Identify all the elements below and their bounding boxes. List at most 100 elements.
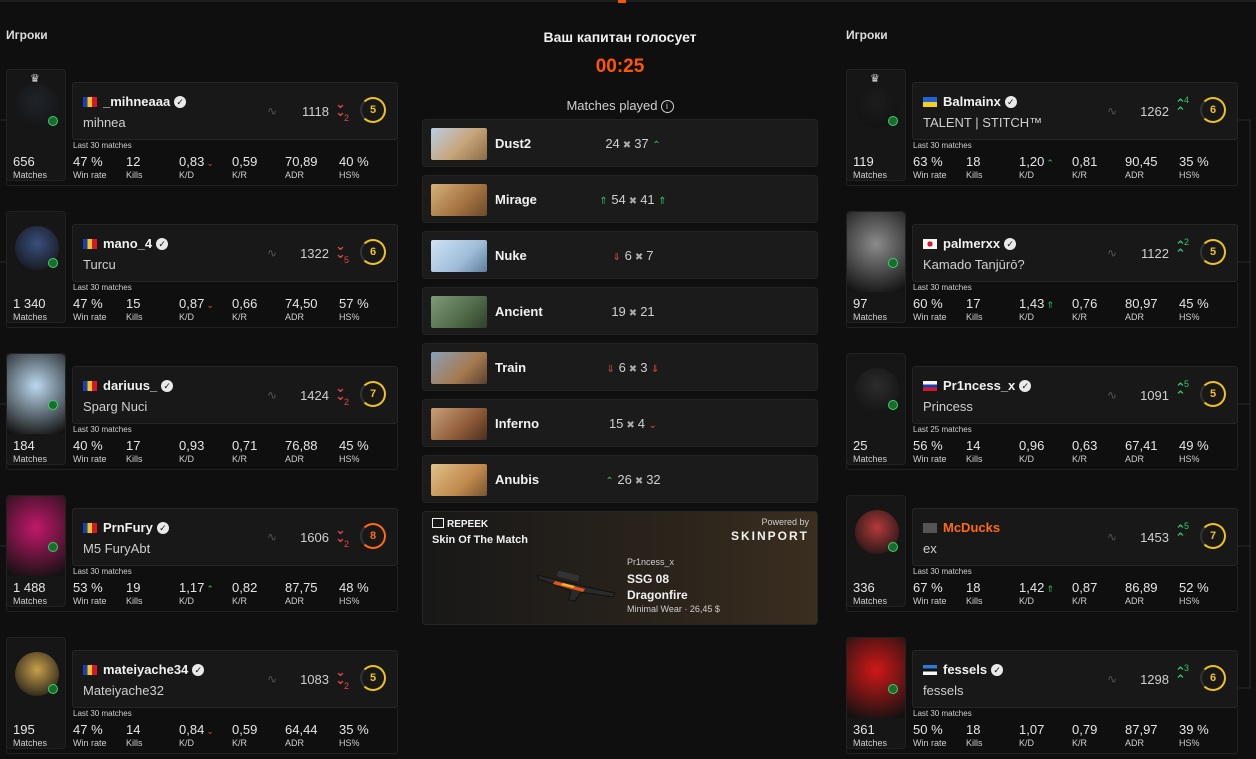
player-info[interactable]: _mihneaaa ✓ mihnea ∿ 1118 ⌄ ⌄ 2 5 — [72, 82, 398, 140]
map-thumbnail — [431, 240, 487, 272]
elo-change-count: 5 — [1184, 379, 1190, 389]
elo-change-count: 2 — [344, 681, 350, 691]
anti-cheat-shield-icon — [48, 258, 58, 268]
map-trend-icon: ⇓ — [612, 252, 621, 263]
player-stats: Last 30 matches 119 Matches 63 % Win rate … — [846, 140, 1238, 186]
map-row-dust2[interactable]: Dust2 24 ✖ 37 ⌃ — [422, 119, 818, 167]
map-score: ⇑ 54 ✖ 41 ⇑ — [599, 192, 667, 207]
skinport-logo[interactable]: SKINPORT — [731, 529, 809, 543]
anti-cheat-shield-icon — [888, 684, 898, 694]
map-score: 19 ✖ 21 — [611, 304, 655, 319]
player-card[interactable]: PrnFury ✓ M5 FuryAbt ∿ 1606 ⌄ ⌄ 2 8 Last 30… — [6, 470, 398, 612]
player-card[interactable]: Pr1ncess_x ✓ Princess ∿ 1091 ⌃ ⌃ 5 5 Last 2… — [846, 328, 1238, 470]
player-elo: 1606 — [300, 530, 329, 545]
player-nickname[interactable]: fessels ✓ — [943, 662, 1004, 677]
stat-matches: 1 340 Matches — [13, 296, 48, 322]
elo-down-icon: ⌄ ⌄ 2 — [335, 522, 350, 549]
stat-matches: 184 Matches — [13, 438, 48, 464]
vote-timer: 00:25 — [595, 56, 645, 77]
player-card[interactable]: mano_4 ✓ Turcu ∿ 1322 ⌄ ⌄ 5 6 Last 30 match… — [6, 186, 398, 328]
stat-kd: 1,17 ⌃ K/D — [179, 580, 214, 606]
map-row-nuke[interactable]: Nuke ⇓ 6 ✖ 7 — [422, 231, 818, 279]
stat-adr: 67,41 ADR — [1125, 438, 1158, 464]
top-accent — [618, 0, 626, 3]
stat-hs: 57 % HS% — [339, 296, 369, 322]
player-info[interactable]: McDucks ex ∿ 1453 ⌃ ⌃ 5 7 — [912, 508, 1238, 566]
info-icon[interactable]: i — [660, 100, 674, 113]
stat-winrate: 47 % Win rate — [73, 722, 107, 748]
player-info[interactable]: Balmainx ✓ TALENT | STITCH™ ∿ 1262 ⌃ ⌃ 4 6 — [912, 82, 1238, 140]
player-elo: 1122 — [1141, 246, 1169, 261]
elo-trend-icon: ∿ — [1107, 388, 1118, 402]
kd-trend-icon: ⇑ — [1046, 584, 1054, 594]
map-row-inferno[interactable]: Inferno 15 ✖ 4 ⌄ — [422, 399, 818, 447]
vs-icon: ✖ — [626, 420, 635, 431]
player-nickname[interactable]: mano_4 ✓ — [103, 236, 169, 251]
player-nickname[interactable]: _mihneaaa ✓ — [103, 94, 187, 109]
player-card[interactable]: ♛ Balmainx ✓ TALENT | STITCH™ ∿ 1262 ⌃ ⌃ 4 … — [846, 44, 1238, 186]
stats-period-label: Last 25 matches — [913, 425, 972, 434]
player-realname: ex — [923, 541, 937, 556]
kd-trend-icon: ⌄ — [206, 300, 214, 310]
stats-period-label: Last 30 matches — [73, 141, 132, 150]
player-card[interactable]: McDucks ex ∿ 1453 ⌃ ⌃ 5 7 Last 30 matches … — [846, 470, 1238, 612]
level-badge: 5 — [1200, 381, 1226, 407]
country-flag-icon — [83, 523, 97, 533]
player-info[interactable]: palmerxx ✓ Kamado Tanjūrō? ∿ 1122 ⌃ ⌃ 2 5 — [912, 224, 1238, 282]
elo-down-icon: ⌄ ⌄ 2 — [335, 380, 350, 407]
map-thumbnail — [431, 408, 487, 440]
map-row-anubis[interactable]: Anubis ⌃ 26 ✖ 32 — [422, 455, 818, 503]
country-flag-icon — [923, 97, 937, 107]
elo-change-count: 2 — [344, 113, 350, 123]
player-nickname[interactable]: Pr1ncess_x ✓ — [943, 378, 1032, 393]
player-info[interactable]: Pr1ncess_x ✓ Princess ∿ 1091 ⌃ ⌃ 5 5 — [912, 366, 1238, 424]
player-info[interactable]: mateiyache34 ✓ Mateiyache32 ∿ 1083 ⌄ ⌄ 2 5 — [72, 650, 398, 708]
vs-icon: ✖ — [622, 140, 632, 151]
player-nickname[interactable]: dariuus_ ✓ — [103, 378, 174, 393]
player-stats: Last 30 matches 1 340 Matches 47 % Win rat… — [6, 282, 398, 328]
player-nickname[interactable]: Balmainx ✓ — [943, 94, 1017, 109]
player-card[interactable]: mateiyache34 ✓ Mateiyache32 ∿ 1083 ⌄ ⌄ 2 5 … — [6, 612, 398, 754]
player-nickname[interactable]: McDucks — [943, 520, 1000, 535]
vs-icon: ✖ — [634, 252, 644, 263]
stat-hs: 39 % HS% — [1179, 722, 1209, 748]
player-nickname[interactable]: mateiyache34 ✓ — [103, 662, 205, 677]
stat-kr: 0,79 K/R — [1072, 722, 1098, 748]
stat-winrate: 47 % Win rate — [73, 296, 107, 322]
anti-cheat-shield-icon — [888, 400, 898, 410]
player-info[interactable]: PrnFury ✓ M5 FuryAbt ∿ 1606 ⌄ ⌄ 2 8 — [72, 508, 398, 566]
team-right-title: Игроки — [846, 28, 888, 42]
map-score: ⌃ 26 ✖ 32 — [605, 472, 661, 487]
player-info[interactable]: mano_4 ✓ Turcu ∿ 1322 ⌄ ⌄ 5 6 — [72, 224, 398, 282]
elo-change-count: 5 — [344, 255, 350, 265]
player-card[interactable]: fessels ✓ fessels ∿ 1298 ⌃ ⌃ 3 6 Last 30 ma… — [846, 612, 1238, 754]
player-card[interactable]: dariuus_ ✓ Sparg Nuci ∿ 1424 ⌄ ⌄ 2 7 Last 3… — [6, 328, 398, 470]
player-stats: Last 30 matches 1 488 Matches 53 % Win rat… — [6, 566, 398, 612]
player-elo: 1262 — [1140, 104, 1169, 119]
skin-of-the-match-card[interactable]: REPEEK Skin Of The Match Powered by SKIN… — [422, 511, 818, 625]
stat-matches: 1 488 Matches — [13, 580, 48, 606]
stat-kr: 0,82 K/R — [232, 580, 258, 606]
stat-matches: 97 Matches — [853, 296, 888, 322]
map-trend-icon: ⇓ — [606, 364, 615, 375]
skin-owner: Pr1ncess_x — [627, 557, 675, 567]
map-score: 15 ✖ 4 ⌄ — [608, 416, 658, 431]
stat-adr: 76,88 ADR — [285, 438, 318, 464]
player-nickname[interactable]: palmerxx ✓ — [943, 236, 1017, 251]
player-stats: Last 30 matches 97 Matches 60 % Win rate 1… — [846, 282, 1238, 328]
player-info[interactable]: dariuus_ ✓ Sparg Nuci ∿ 1424 ⌄ ⌄ 2 7 — [72, 366, 398, 424]
map-row-ancient[interactable]: Ancient 19 ✖ 21 — [422, 287, 818, 335]
repeek-brand: REPEEK — [432, 518, 488, 530]
player-card[interactable]: palmerxx ✓ Kamado Tanjūrō? ∿ 1122 ⌃ ⌃ 2 5 L… — [846, 186, 1238, 328]
elo-down-icon: ⌄ ⌄ 5 — [335, 238, 350, 265]
stat-kr: 0,59 K/R — [232, 722, 258, 748]
player-card[interactable]: ♛ _mihneaaa ✓ mihnea ∿ 1118 ⌄ ⌄ 2 5 Last 30… — [6, 44, 398, 186]
map-row-mirage[interactable]: Mirage ⇑ 54 ✖ 41 ⇑ — [422, 175, 818, 223]
map-trend-icon: ⇓ — [651, 364, 660, 375]
map-name: Mirage — [495, 192, 537, 207]
player-nickname[interactable]: PrnFury ✓ — [103, 520, 169, 535]
player-info[interactable]: fessels ✓ fessels ∿ 1298 ⌃ ⌃ 3 6 — [912, 650, 1238, 708]
map-row-train[interactable]: Train ⇓ 6 ✖ 3 ⇓ — [422, 343, 818, 391]
elo-change-count: 2 — [344, 397, 350, 407]
map-trend-icon: ⇑ — [658, 196, 667, 207]
